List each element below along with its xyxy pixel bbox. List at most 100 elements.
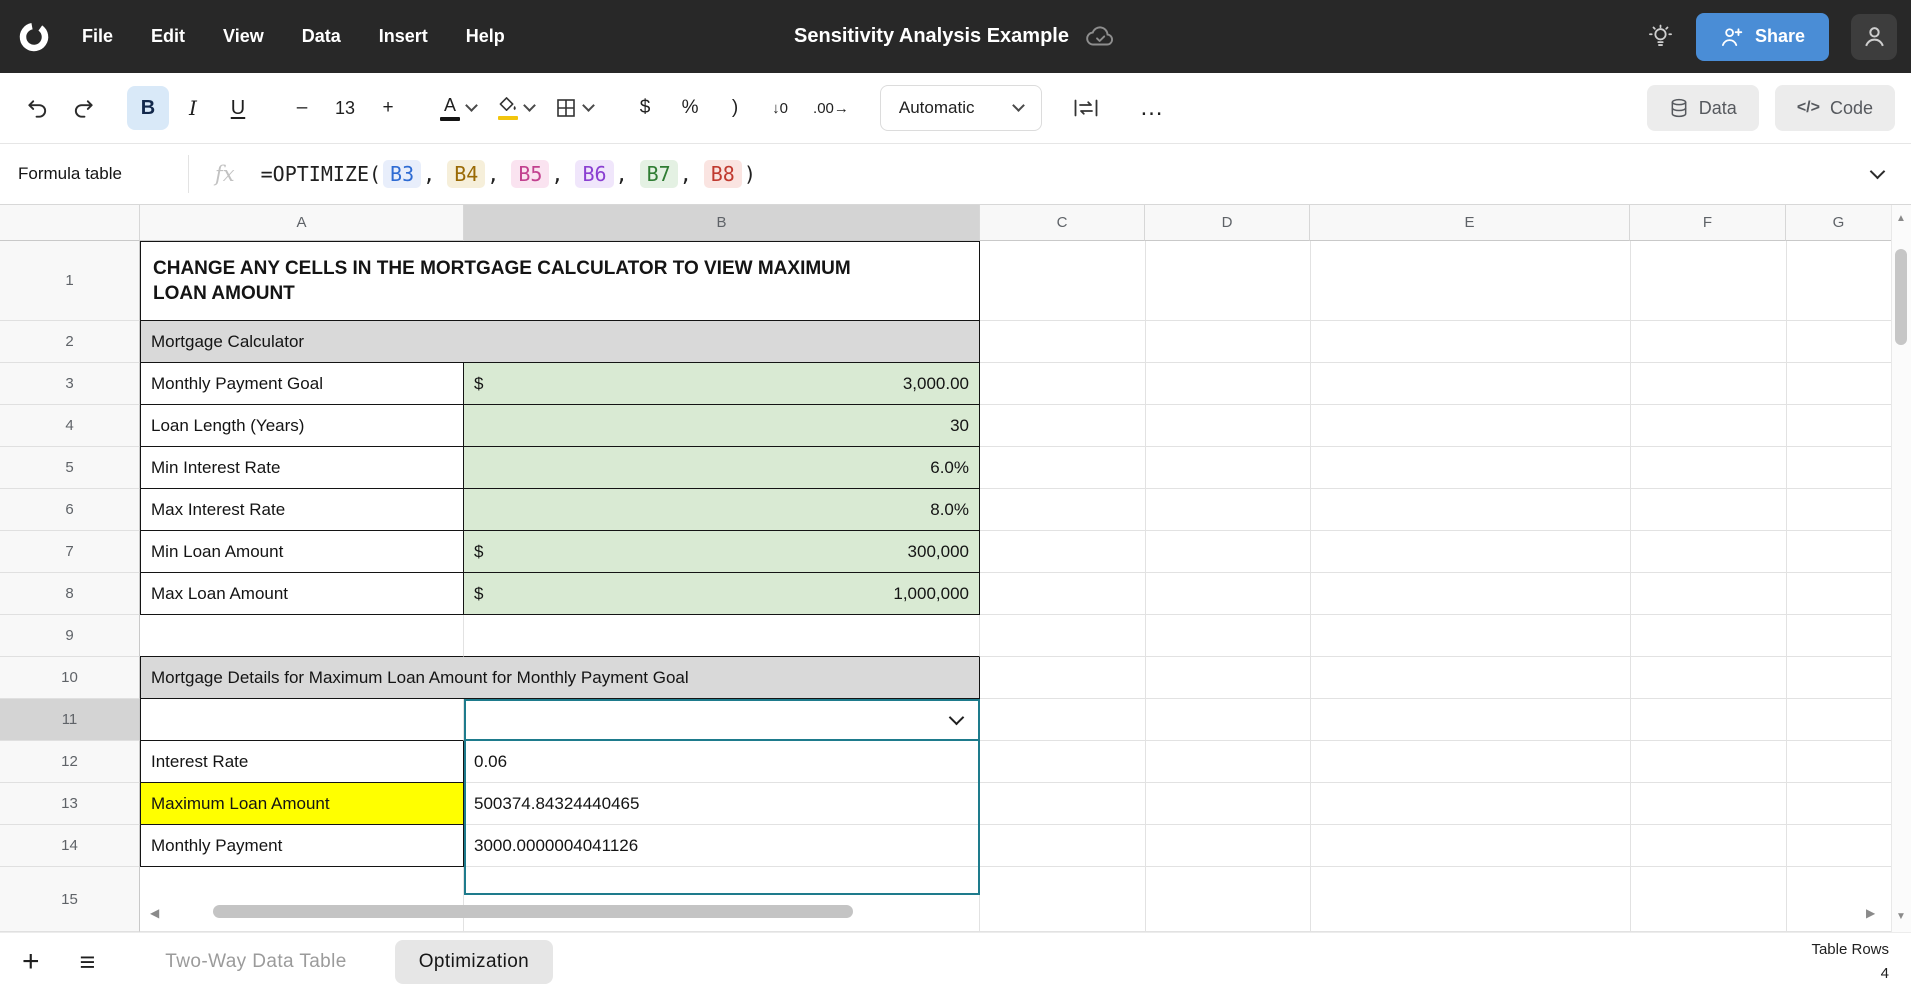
column-header-g[interactable]: G <box>1786 205 1891 241</box>
cell-b8-value[interactable]: $ 1,000,000 <box>464 573 980 615</box>
formula-bar-expand-chevron[interactable] <box>1870 164 1886 180</box>
italic-button[interactable]: I <box>172 86 214 130</box>
scroll-right-arrow[interactable]: ▶ <box>1866 906 1875 920</box>
app-logo-icon[interactable] <box>16 19 52 55</box>
vertical-scrollbar-thumb[interactable] <box>1895 249 1907 345</box>
data-panel-button[interactable]: Data <box>1647 85 1759 131</box>
cell-a9[interactable] <box>140 615 464 657</box>
cell-a3-label[interactable]: Monthly Payment Goal <box>140 363 464 405</box>
empty-cells[interactable] <box>980 657 1891 699</box>
empty-cells[interactable] <box>980 489 1891 531</box>
cell-a2-section-title[interactable]: Mortgage Calculator <box>140 321 980 363</box>
empty-cells[interactable] <box>980 615 1891 657</box>
tab-two-way-data-table[interactable]: Two-Way Data Table <box>165 951 346 973</box>
cell-a10-section-title[interactable]: Mortgage Details for Maximum Loan Amount… <box>140 657 980 699</box>
font-size-value[interactable]: 13 <box>326 86 364 130</box>
scroll-left-arrow[interactable]: ◀ <box>150 906 159 920</box>
column-header-a[interactable]: A <box>140 205 464 241</box>
cell-b4-value[interactable]: 30 <box>464 405 980 447</box>
cell-a13-label-highlighted[interactable]: Maximum Loan Amount <box>140 783 464 825</box>
select-all-corner[interactable] <box>0 205 140 241</box>
cell-a15[interactable] <box>140 867 464 932</box>
empty-cells[interactable] <box>980 363 1891 405</box>
cell-a6-label[interactable]: Max Interest Rate <box>140 489 464 531</box>
number-format-select[interactable]: Automatic <box>880 85 1043 131</box>
empty-cells[interactable] <box>980 741 1891 783</box>
cell-b9[interactable] <box>464 615 980 657</box>
more-options-button[interactable]: … <box>1130 86 1174 130</box>
cell-a1-note[interactable]: CHANGE ANY CELLS IN THE MORTGAGE CALCULA… <box>140 241 980 321</box>
row-header-14[interactable]: 14 <box>0 825 140 867</box>
cell-b5-value[interactable]: 6.0% <box>464 447 980 489</box>
empty-cells[interactable] <box>980 321 1891 363</box>
b11-dropdown-chevron-icon[interactable] <box>949 710 965 726</box>
empty-cells[interactable] <box>980 531 1891 573</box>
bold-button[interactable]: B <box>127 86 169 130</box>
cell-a8-label[interactable]: Max Loan Amount <box>140 573 464 615</box>
font-size-increase-button[interactable]: + <box>367 86 409 130</box>
column-header-e[interactable]: E <box>1310 205 1630 241</box>
account-avatar-button[interactable] <box>1851 14 1897 60</box>
row-header-9[interactable]: 9 <box>0 615 140 657</box>
undo-button[interactable] <box>16 86 59 130</box>
empty-cells[interactable] <box>980 241 1891 321</box>
row-header-8[interactable]: 8 <box>0 573 140 615</box>
column-header-c[interactable]: C <box>980 205 1145 241</box>
currency-format-button[interactable]: $ <box>624 86 666 130</box>
cell-a12-label[interactable]: Interest Rate <box>140 741 464 783</box>
empty-cells[interactable] <box>980 783 1891 825</box>
cell-a14-label[interactable]: Monthly Payment <box>140 825 464 867</box>
menu-view[interactable]: View <box>223 26 264 47</box>
column-header-d[interactable]: D <box>1145 205 1310 241</box>
empty-cells[interactable] <box>980 867 1891 932</box>
scroll-down-arrow[interactable]: ▼ <box>1896 911 1906 922</box>
name-box[interactable]: Formula table <box>0 164 188 184</box>
tab-optimization[interactable]: Optimization <box>395 940 553 984</box>
add-sheet-button[interactable]: + <box>22 947 40 977</box>
row-header-4[interactable]: 4 <box>0 405 140 447</box>
column-header-f[interactable]: F <box>1630 205 1786 241</box>
vertical-scrollbar[interactable]: ▲ ▼ <box>1891 205 1911 932</box>
menu-file[interactable]: File <box>82 26 113 47</box>
menu-help[interactable]: Help <box>466 26 505 47</box>
font-size-decrease-button[interactable]: – <box>281 86 323 130</box>
row-header-7[interactable]: 7 <box>0 531 140 573</box>
selected-cell-b11[interactable] <box>464 699 980 741</box>
cell-a4-label[interactable]: Loan Length (Years) <box>140 405 464 447</box>
row-header-13[interactable]: 13 <box>0 783 140 825</box>
menu-edit[interactable]: Edit <box>151 26 185 47</box>
empty-cells[interactable] <box>980 447 1891 489</box>
row-header-5[interactable]: 5 <box>0 447 140 489</box>
row-header-1[interactable]: 1 <box>0 241 140 321</box>
code-panel-button[interactable]: </> Code <box>1775 85 1895 131</box>
cell-b6-value[interactable]: 8.0% <box>464 489 980 531</box>
borders-button[interactable] <box>546 86 602 130</box>
menu-data[interactable]: Data <box>302 26 341 47</box>
cell-b14-value[interactable]: 3000.0000004041126 <box>464 825 980 867</box>
cell-a7-label[interactable]: Min Loan Amount <box>140 531 464 573</box>
empty-cells[interactable] <box>980 405 1891 447</box>
comma-format-button[interactable]: ) <box>714 86 756 130</box>
cell-a5-label[interactable]: Min Interest Rate <box>140 447 464 489</box>
row-header-11[interactable]: 11 <box>0 699 140 741</box>
increase-decimal-button[interactable]: .00→ <box>804 86 858 130</box>
row-header-12[interactable]: 12 <box>0 741 140 783</box>
empty-cells[interactable] <box>980 573 1891 615</box>
redo-button[interactable] <box>62 86 105 130</box>
cell-b3-value[interactable]: $ 3,000.00 <box>464 363 980 405</box>
share-button[interactable]: Share <box>1696 13 1829 61</box>
decrease-decimal-button[interactable]: ↓0 <box>759 86 801 130</box>
cell-a11[interactable] <box>140 699 464 741</box>
row-header-2[interactable]: 2 <box>0 321 140 363</box>
column-header-b[interactable]: B <box>464 205 980 241</box>
cell-b13-value[interactable]: 500374.84324440465 <box>464 783 980 825</box>
fill-color-button[interactable] <box>488 86 543 130</box>
scroll-up-arrow[interactable]: ▲ <box>1896 213 1906 224</box>
row-header-3[interactable]: 3 <box>0 363 140 405</box>
percent-format-button[interactable]: % <box>669 86 711 130</box>
cell-b15[interactable] <box>464 867 980 932</box>
row-header-10[interactable]: 10 <box>0 657 140 699</box>
underline-button[interactable]: U <box>217 86 259 130</box>
cell-b7-value[interactable]: $ 300,000 <box>464 531 980 573</box>
empty-cells[interactable] <box>980 699 1891 741</box>
